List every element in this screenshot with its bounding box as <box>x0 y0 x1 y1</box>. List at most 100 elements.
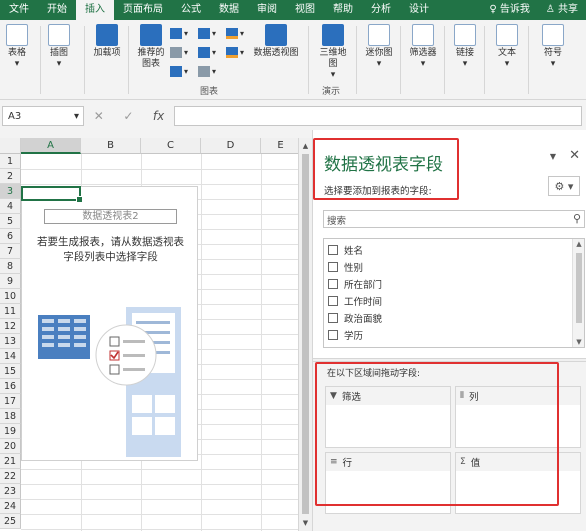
row-header[interactable]: 11 <box>0 304 21 319</box>
spreadsheet-grid[interactable]: A B C D E 1 2 3 4 5 6 7 8 9 10 11 12 13 14 15 16 17 18 19 2… <box>0 138 300 531</box>
scroll-down-icon[interactable]: ▼ <box>573 338 585 346</box>
row-header[interactable]: 3 <box>0 184 21 199</box>
field-item[interactable]: 姓名 <box>328 243 363 257</box>
field-item[interactable]: 政治面貌 <box>328 311 382 325</box>
scrollbar-thumb[interactable] <box>576 253 582 323</box>
row-header[interactable]: 14 <box>0 349 21 364</box>
lightbulb-icon: ♀ <box>489 4 500 15</box>
field-item[interactable]: 性别 <box>328 260 363 274</box>
pivot-chart-button[interactable]: 数据透视图 <box>252 24 300 59</box>
formula-input[interactable] <box>174 106 582 126</box>
line-chart-button[interactable]: ▾ <box>226 26 254 40</box>
column-header-e[interactable]: E <box>261 138 300 154</box>
3d-map-button[interactable]: 三维地图 ▾ <box>316 24 350 81</box>
row-header[interactable]: 9 <box>0 274 21 289</box>
slicer-icon <box>412 24 434 46</box>
tab-design[interactable]: 设计 <box>400 0 438 20</box>
symbol-button[interactable]: 符号 ▾ <box>540 24 566 70</box>
pivot-table-name: 数据透视表2 <box>44 209 177 224</box>
scroll-up-icon[interactable]: ▲ <box>299 140 312 152</box>
scatter-chart-button[interactable]: ▾ <box>170 45 198 59</box>
pie-chart-button[interactable]: ▾ <box>170 64 198 78</box>
scroll-up-icon[interactable]: ▲ <box>573 240 585 248</box>
field-checkbox[interactable] <box>328 330 338 340</box>
tours-group-label: 演示 <box>322 87 341 97</box>
tab-review[interactable]: 审阅 <box>248 0 286 20</box>
column-chart-button[interactable]: ▾ <box>170 26 198 40</box>
row-header[interactable]: 13 <box>0 334 21 349</box>
row-header[interactable]: 5 <box>0 214 21 229</box>
row-header[interactable]: 18 <box>0 409 21 424</box>
text-button[interactable]: 文本 ▾ <box>494 24 520 70</box>
column-header-a[interactable]: A <box>21 138 81 154</box>
field-checkbox[interactable] <box>328 296 338 306</box>
row-header[interactable]: 12 <box>0 319 21 334</box>
illustrations-button[interactable]: 插图 ▾ <box>48 24 70 70</box>
row-header[interactable]: 25 <box>0 514 21 529</box>
tab-file[interactable]: 文件 <box>0 0 38 20</box>
field-checkbox[interactable] <box>328 279 338 289</box>
tab-formulas[interactable]: 公式 <box>172 0 210 20</box>
tab-page-layout[interactable]: 页面布局 <box>114 0 172 20</box>
tab-insert[interactable]: 插入 <box>76 0 114 20</box>
waterfall-chart-button[interactable]: ▾ <box>198 64 226 78</box>
pivot-table-placeholder[interactable]: 数据透视表2 若要生成报表，请从数据透视表 字段列表中选择字段 <box>21 186 198 461</box>
field-item[interactable]: 学历 <box>328 328 363 342</box>
row-header[interactable]: 15 <box>0 364 21 379</box>
field-item[interactable]: 所在部门 <box>328 277 382 291</box>
pane-menu-icon[interactable]: ▼ <box>550 152 556 161</box>
enter-button[interactable]: ✓ <box>123 109 133 123</box>
row-header[interactable]: 17 <box>0 394 21 409</box>
recommended-charts-button[interactable]: 推荐的图表 <box>134 24 168 70</box>
tab-analyze[interactable]: 分析 <box>362 0 400 20</box>
insert-function-button[interactable]: fx <box>153 109 164 123</box>
tools-button[interactable]: ⚙ ▾ <box>548 176 580 196</box>
tab-data[interactable]: 数据 <box>210 0 248 20</box>
row-header[interactable]: 10 <box>0 289 21 304</box>
row-header[interactable]: 4 <box>0 199 21 214</box>
select-all-corner[interactable] <box>0 138 21 154</box>
link-button[interactable]: 链接 ▾ <box>452 24 478 70</box>
column-header-b[interactable]: B <box>81 138 141 154</box>
addins-button[interactable]: 加载项 <box>92 24 122 59</box>
row-header[interactable]: 6 <box>0 229 21 244</box>
row-header[interactable]: 20 <box>0 439 21 454</box>
filter-button[interactable]: 筛选器 ▾ <box>406 24 440 70</box>
column-header-d[interactable]: D <box>201 138 261 154</box>
row-header[interactable]: 7 <box>0 244 21 259</box>
chart-type-buttons: ▾ ▾ ▾ ▾ ▾ ▾ ▾ ▾ <box>170 26 254 78</box>
selected-cell-a3[interactable] <box>21 186 83 203</box>
field-checkbox[interactable] <box>328 262 338 272</box>
stat-chart-button[interactable]: ▾ <box>198 45 226 59</box>
tab-home[interactable]: 开始 <box>38 0 76 20</box>
row-header[interactable]: 22 <box>0 469 21 484</box>
row-header[interactable]: 8 <box>0 259 21 274</box>
close-icon[interactable]: ✕ <box>569 148 580 163</box>
combo-chart-button[interactable]: ▾ <box>226 45 254 59</box>
table-button[interactable]: 表格 ▾ <box>6 24 28 70</box>
cancel-button[interactable]: ✕ <box>94 109 104 123</box>
share-button[interactable]: ♙ 共享 <box>538 0 586 20</box>
scrollbar-thumb[interactable] <box>302 154 309 514</box>
tell-me-button[interactable]: ♀ 告诉我 <box>481 0 538 20</box>
field-list-scrollbar[interactable]: ▲ ▼ <box>572 239 584 347</box>
row-header[interactable]: 2 <box>0 169 21 184</box>
tab-help[interactable]: 帮助 <box>324 0 362 20</box>
field-checkbox[interactable] <box>328 245 338 255</box>
row-header[interactable]: 24 <box>0 499 21 514</box>
row-header[interactable]: 16 <box>0 379 21 394</box>
sparklines-button[interactable]: 迷你图 ▾ <box>362 24 396 70</box>
row-header[interactable]: 1 <box>0 154 21 169</box>
field-checkbox[interactable] <box>328 313 338 323</box>
search-input[interactable]: 搜索 ⚲ <box>323 210 585 228</box>
field-item[interactable]: 工作时间 <box>328 294 382 308</box>
row-header[interactable]: 23 <box>0 484 21 499</box>
hierarchy-chart-button[interactable]: ▾ <box>198 26 226 40</box>
row-header[interactable]: 19 <box>0 424 21 439</box>
vertical-scrollbar[interactable]: ▲ ▼ <box>298 138 312 531</box>
tab-view[interactable]: 视图 <box>286 0 324 20</box>
scroll-down-icon[interactable]: ▼ <box>299 517 312 529</box>
row-header[interactable]: 21 <box>0 454 21 469</box>
name-box[interactable]: A3 ▾ <box>2 106 84 126</box>
column-header-c[interactable]: C <box>141 138 201 154</box>
